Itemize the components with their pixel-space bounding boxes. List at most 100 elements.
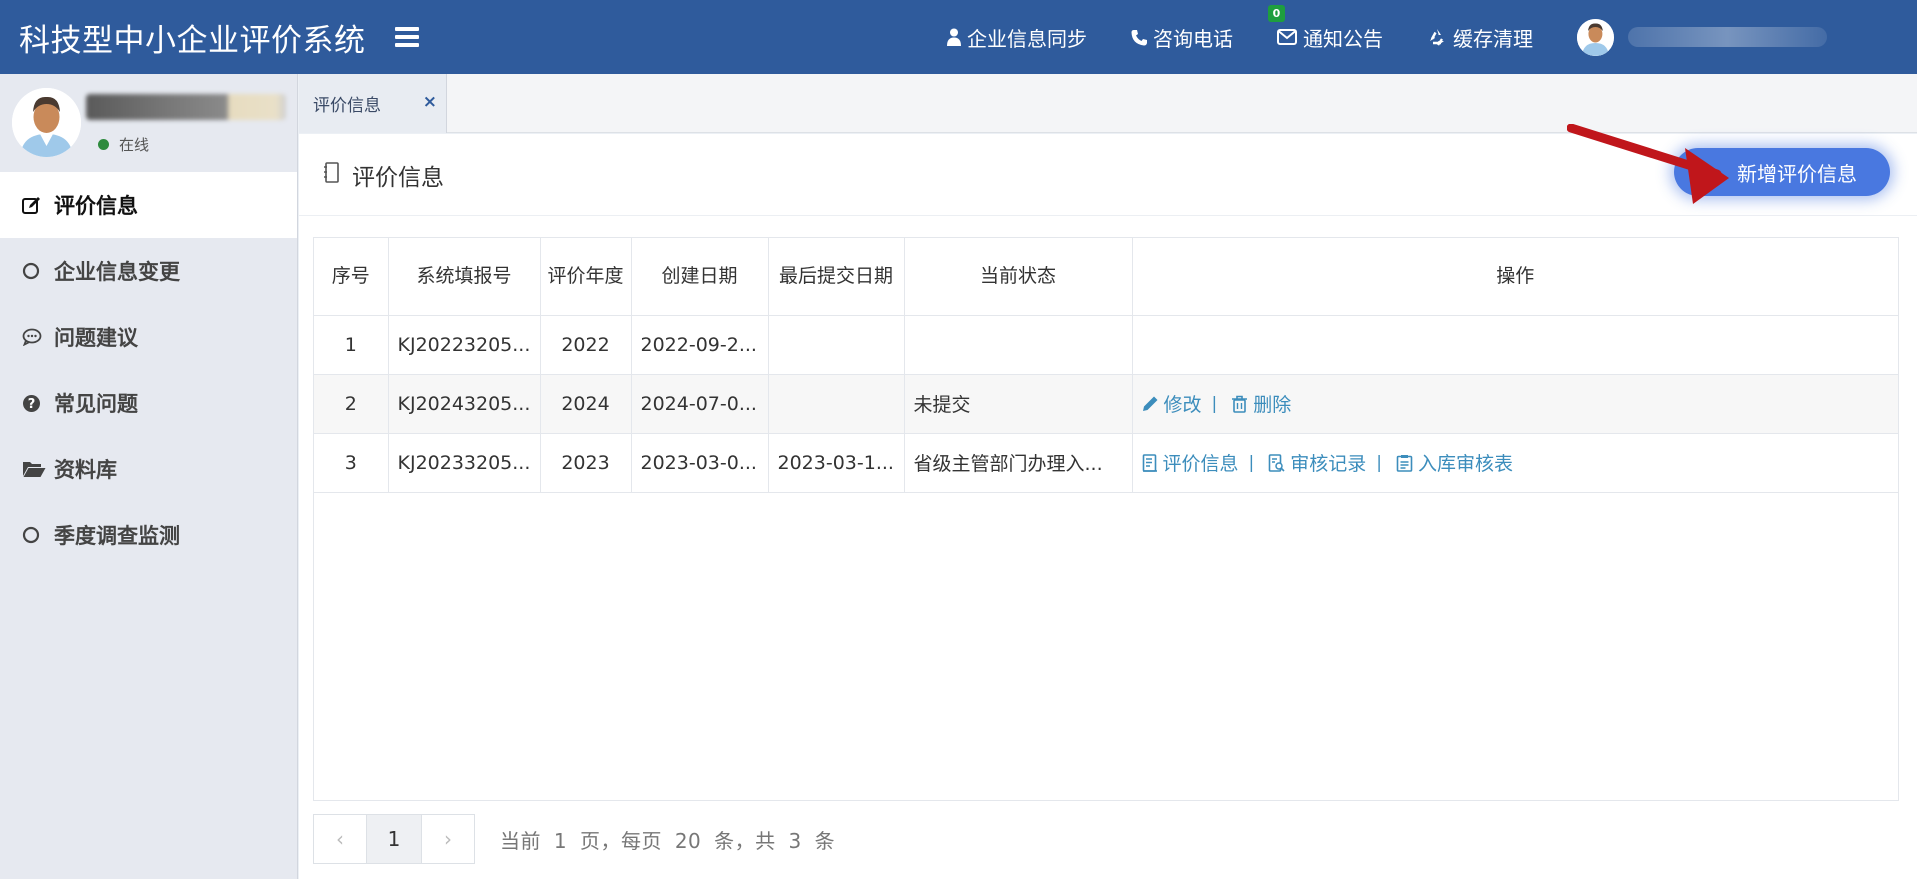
cell-code: KJ20233205... <box>388 433 541 493</box>
col-header-code[interactable]: 系统填报号 <box>388 238 541 316</box>
tab-evaluation[interactable]: 评价信息 × <box>299 74 447 133</box>
delete-link[interactable]: 删除 <box>1231 390 1291 417</box>
nav-notice[interactable]: 0 通知公告 <box>1268 4 1383 52</box>
user-avatar-small <box>1577 18 1614 56</box>
trash-icon <box>1232 395 1248 413</box>
cell-submitted <box>768 374 905 434</box>
table-row[interactable]: 2 KJ20243205... 2024 2024-07-0... 未提交 修改… <box>314 374 1898 434</box>
pagination-page: 1 <box>553 828 568 853</box>
table-row[interactable]: 1 KJ20223205... 2022 2022-09-2... <box>314 315 1898 375</box>
table-header-row: 序号 系统填报号 评价年度 创建日期 最后提交日期 当前状态 操作 <box>314 238 1898 316</box>
sidebar-item-label: 企业信息变更 <box>54 260 180 284</box>
cell-status: 省级主管部门办理入... <box>904 433 1133 493</box>
sidebar-item-label: 资料库 <box>54 458 117 482</box>
nav-sync-enterprise[interactable]: 企业信息同步 <box>947 23 1087 52</box>
sidebar-menu: 评价信息 企业信息变更 问题建议 ? 常见问题 资料库 季度调查监测 <box>0 172 297 568</box>
cell-actions: 修改 | 删除 <box>1132 374 1898 434</box>
sidebar-item-label: 季度调查监测 <box>54 524 180 548</box>
sidebar-item-label: 问题建议 <box>54 326 138 350</box>
cell-code: KJ20243205... <box>388 374 541 434</box>
nav-phone-label: 咨询电话 <box>1153 26 1233 51</box>
cell-no: 2 <box>314 374 389 434</box>
pagination-total: 3 <box>788 828 802 853</box>
user-panel: 在线 <box>0 74 297 172</box>
cell-year: 2022 <box>540 315 632 375</box>
cell-status: 未提交 <box>904 374 1133 434</box>
pagination-total-unit: 条 <box>814 828 836 853</box>
view-evaluation-link[interactable]: 评价信息 <box>1142 449 1239 476</box>
top-header: 科技型中小企业评价系统 企业信息同步 咨询电话 0 通知公告 缓存清理 <box>0 0 1917 74</box>
top-nav: 企业信息同步 咨询电话 0 通知公告 缓存清理 <box>947 0 1917 74</box>
online-status: 在线 <box>98 134 149 155</box>
nav-consult-phone[interactable]: 咨询电话 <box>1131 23 1233 52</box>
sidebar-item-suggestions[interactable]: 问题建议 <box>0 304 297 370</box>
nav-user-name-redacted <box>1627 27 1827 47</box>
pagination-info: 当前 1 页，每页 20 条，共 3 条 <box>497 825 838 854</box>
pagination: ‹ 1 › 当前 1 页，每页 20 条，共 3 条 <box>313 814 838 864</box>
user-name-redacted <box>86 94 286 120</box>
pagination-size-unit: 条，共 <box>714 828 776 853</box>
cell-code: KJ20223205... <box>388 315 541 375</box>
menu-toggle-icon[interactable] <box>394 27 419 47</box>
add-evaluation-button[interactable]: 新增评价信息 <box>1674 148 1890 196</box>
question-circle-icon: ? <box>22 394 46 413</box>
col-header-created[interactable]: 创建日期 <box>631 238 769 316</box>
document-icon <box>1142 453 1157 472</box>
col-header-year[interactable]: 评价年度 <box>540 238 632 316</box>
col-header-submitted[interactable]: 最后提交日期 <box>768 238 905 316</box>
document-search-icon <box>1268 453 1285 472</box>
cell-created: 2022-09-2... <box>631 315 769 375</box>
pagination-page-unit: 页，每页 <box>579 828 662 853</box>
evaluation-table: 序号 系统填报号 评价年度 创建日期 最后提交日期 当前状态 操作 1 KJ20… <box>313 237 1899 801</box>
sidebar-item-faq[interactable]: ? 常见问题 <box>0 370 297 436</box>
view-evaluation-label: 评价信息 <box>1162 453 1239 475</box>
sidebar-item-label: 常见问题 <box>54 392 138 416</box>
user-icon <box>947 28 961 46</box>
sidebar-item-evaluation[interactable]: 评价信息 <box>0 172 297 238</box>
audit-record-link[interactable]: 审核记录 <box>1268 449 1366 476</box>
edit-link[interactable]: 修改 <box>1142 390 1202 417</box>
cell-submitted <box>768 315 905 375</box>
notebook-icon <box>323 162 340 187</box>
close-icon[interactable]: × <box>423 92 437 112</box>
page-title: 评价信息 <box>352 164 444 191</box>
pagination-prefix: 当前 <box>500 828 541 853</box>
tab-label: 评价信息 <box>313 96 381 116</box>
prev-page-button[interactable]: ‹ <box>313 814 367 864</box>
nav-cache-label: 缓存清理 <box>1453 26 1533 51</box>
cell-no: 3 <box>314 433 389 493</box>
table-row[interactable]: 3 KJ20233205... 2023 2023-03-0... 2023-0… <box>314 433 1898 493</box>
cell-created: 2024-07-0... <box>631 374 769 434</box>
pagination-size: 20 <box>674 828 702 853</box>
nav-user-menu[interactable] <box>1577 18 1827 56</box>
action-separator: | <box>1211 393 1218 414</box>
page-1-button[interactable]: 1 <box>367 814 421 864</box>
next-page-button[interactable]: › <box>421 814 475 864</box>
sidebar-item-library[interactable]: 资料库 <box>0 436 297 502</box>
clipboard-icon <box>1396 454 1413 472</box>
comment-icon <box>22 328 46 346</box>
notice-count-badge: 0 <box>1268 4 1285 22</box>
storage-review-label: 入库审核表 <box>1418 453 1514 475</box>
cell-actions <box>1132 315 1898 375</box>
cell-created: 2023-03-0... <box>631 433 769 493</box>
cell-submitted: 2023-03-1... <box>768 433 905 493</box>
col-header-no[interactable]: 序号 <box>314 238 389 316</box>
online-dot-icon <box>98 139 109 150</box>
nav-notice-label: 通知公告 <box>1303 26 1383 51</box>
edit-link-label: 修改 <box>1163 394 1202 416</box>
sidebar-item-enterprise-change[interactable]: 企业信息变更 <box>0 238 297 304</box>
sidebar-item-quarterly-survey[interactable]: 季度调查监测 <box>0 502 297 568</box>
edit-icon <box>22 196 46 215</box>
cell-no: 1 <box>314 315 389 375</box>
circle-icon <box>22 262 46 280</box>
app-title: 科技型中小企业评价系统 <box>19 22 366 59</box>
storage-review-link[interactable]: 入库审核表 <box>1396 449 1513 476</box>
sidebar: 在线 评价信息 企业信息变更 问题建议 ? 常见问题 资料库 季度调查监测 <box>0 74 298 879</box>
nav-clear-cache[interactable]: 缓存清理 <box>1427 23 1533 52</box>
pencil-icon <box>1142 396 1157 411</box>
user-avatar <box>12 88 81 157</box>
col-header-status[interactable]: 当前状态 <box>904 238 1133 316</box>
tabs-bar: 评价信息 × <box>299 74 1917 133</box>
audit-record-label: 审核记录 <box>1290 453 1367 475</box>
